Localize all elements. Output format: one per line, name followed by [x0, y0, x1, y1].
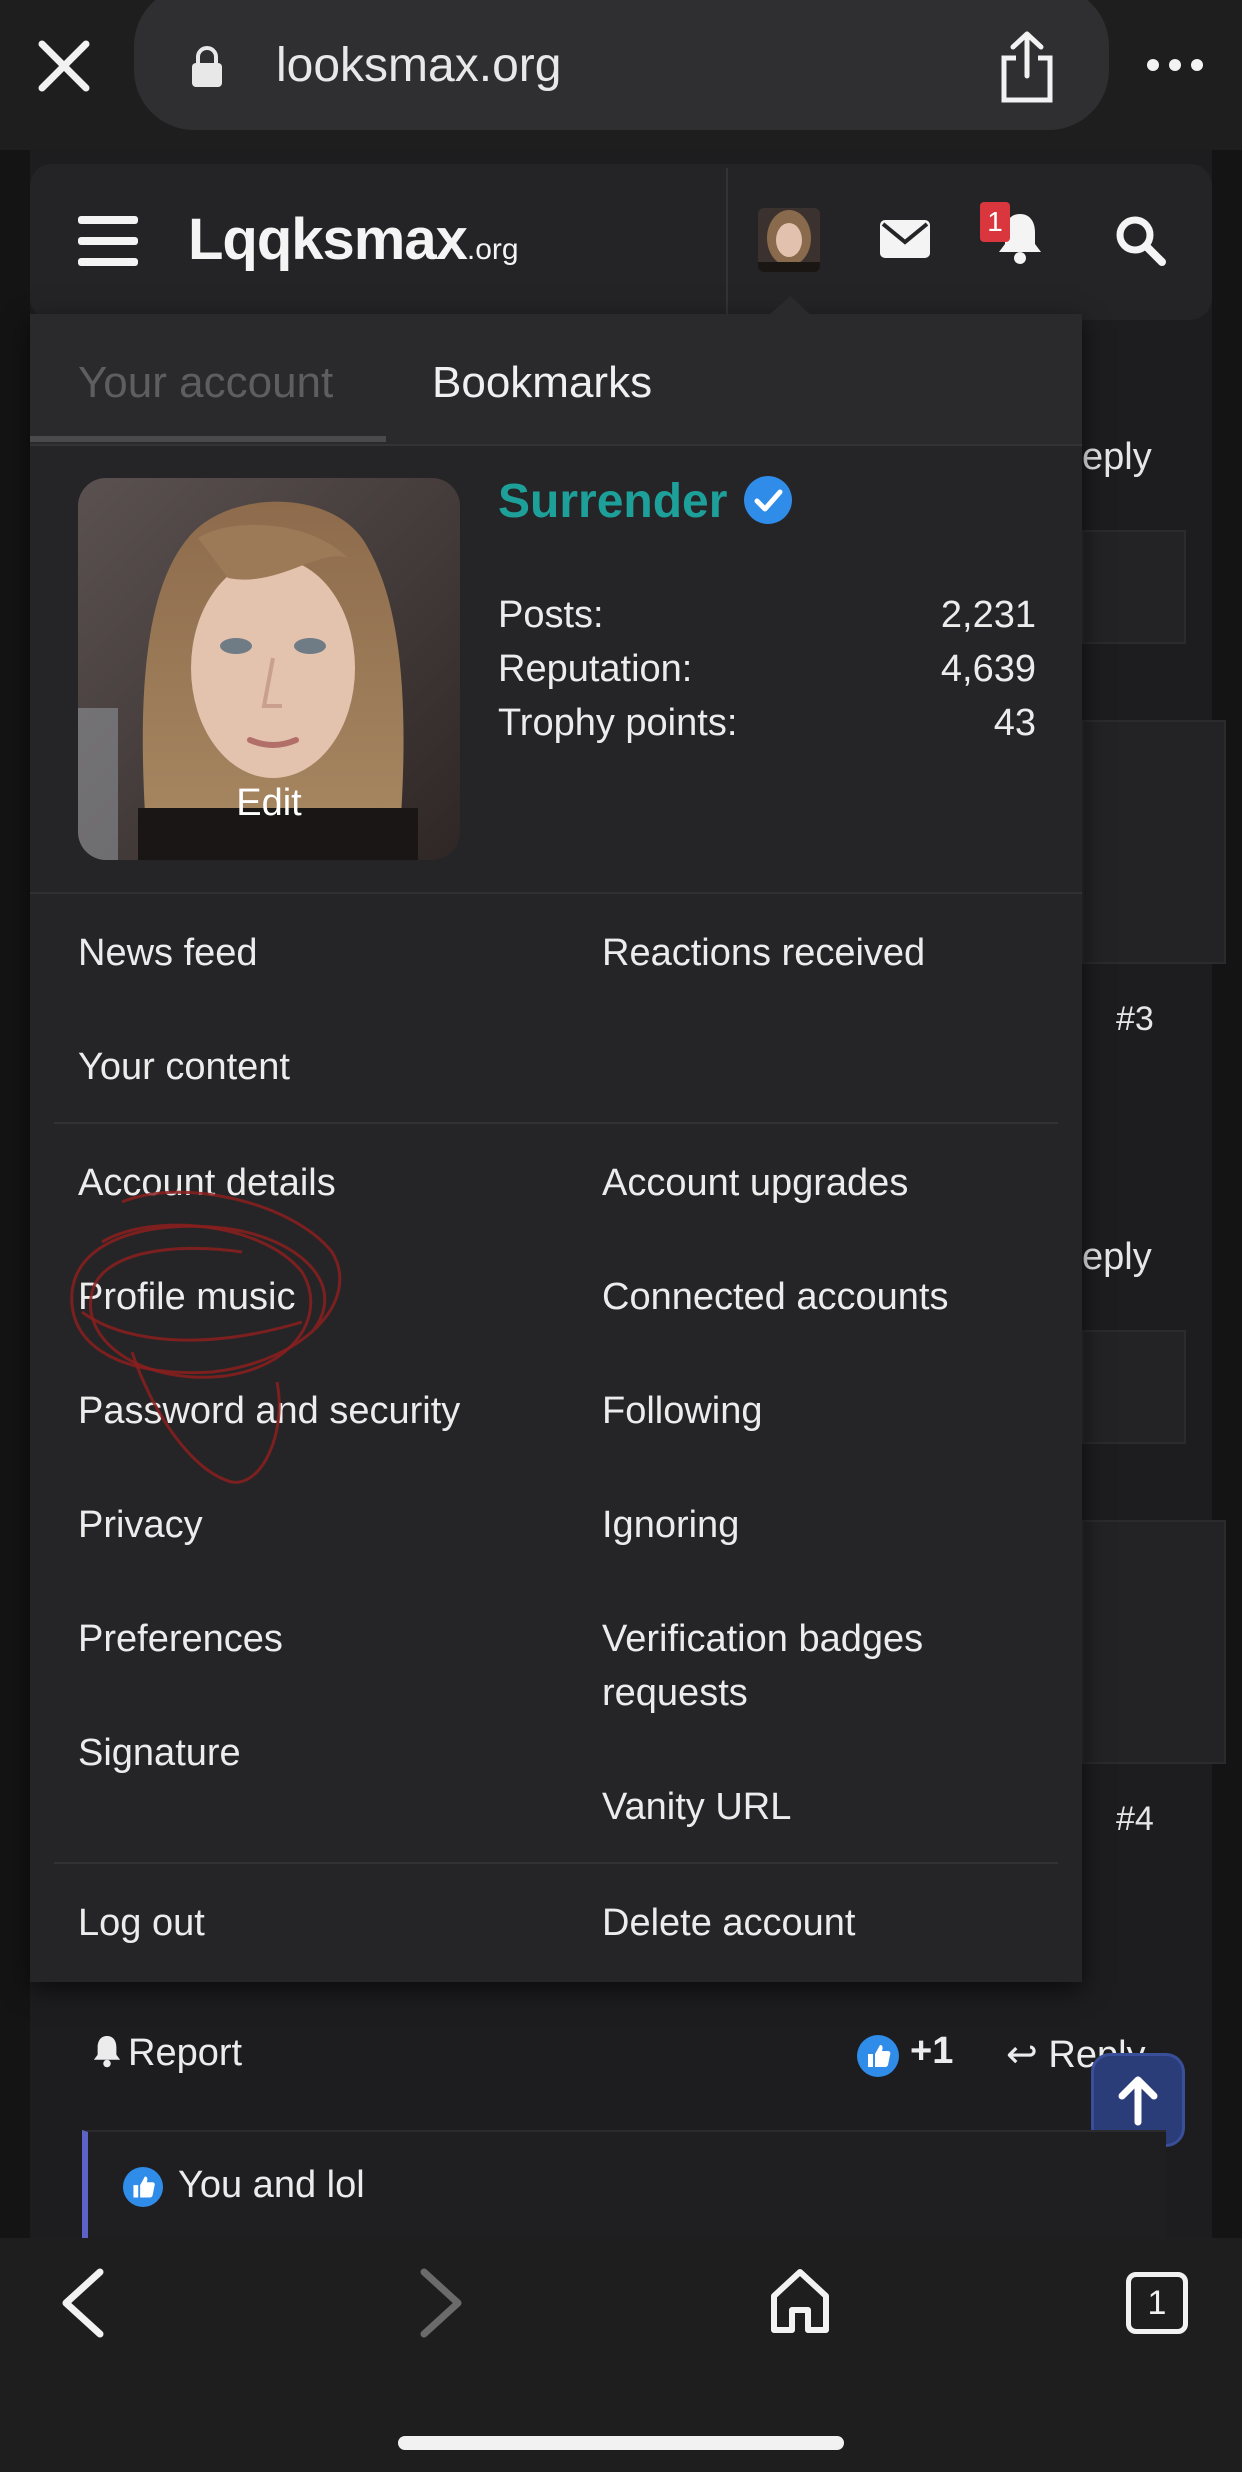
- menu-link-news-feed[interactable]: News feed: [78, 926, 258, 980]
- background-post-box: [1082, 1330, 1186, 1444]
- stat-label-posts: Posts:: [498, 594, 604, 636]
- tab-bookmarks[interactable]: Bookmarks: [432, 358, 652, 408]
- logo-suffix: .org: [466, 233, 519, 266]
- bell-icon: [92, 2033, 122, 2069]
- forward-arrow-icon[interactable]: [414, 2268, 466, 2338]
- menu-link-preferences[interactable]: Preferences: [78, 1612, 283, 1666]
- menu-link-signature[interactable]: Signature: [78, 1726, 241, 1780]
- section-divider: [54, 1862, 1058, 1864]
- verified-check-icon: [742, 474, 794, 526]
- menu-link-password-security[interactable]: Password and security: [78, 1384, 460, 1438]
- menu-link-ignoring[interactable]: Ignoring: [602, 1498, 739, 1552]
- report-button[interactable]: Report: [92, 2032, 242, 2075]
- lock-icon: [190, 44, 224, 88]
- like-icon: [122, 2166, 164, 2208]
- menu-link-verification-badges[interactable]: Verification badges requests: [602, 1612, 1022, 1720]
- menu-link-delete-account[interactable]: Delete account: [602, 1896, 856, 1950]
- notification-badge: 1: [980, 202, 1010, 242]
- back-arrow-icon[interactable]: [58, 2268, 110, 2338]
- report-label: Report: [128, 2032, 243, 2074]
- stat-label-trophy-points: Trophy points:: [498, 702, 738, 744]
- menu-link-log-out[interactable]: Log out: [78, 1896, 205, 1950]
- stat-label-reputation: Reputation:: [498, 648, 693, 690]
- stat-value-posts: 2,231: [940, 594, 1036, 636]
- background-post-box: [1082, 720, 1226, 964]
- background-post-box: [1082, 1520, 1226, 1764]
- profile-divider: [30, 892, 1082, 894]
- menu-link-account-details[interactable]: Account details: [78, 1156, 336, 1210]
- logo-main-text: Lqqksmax: [188, 207, 468, 272]
- tab-your-account[interactable]: Your account: [78, 358, 333, 408]
- mail-icon[interactable]: [880, 220, 930, 258]
- stat-value-reputation: 4,639: [940, 648, 1036, 690]
- menu-link-reactions-received[interactable]: Reactions received: [602, 926, 925, 980]
- menu-link-your-content[interactable]: Your content: [78, 1040, 290, 1094]
- like-count: +1: [910, 2030, 954, 2072]
- more-options-icon[interactable]: [1145, 55, 1205, 75]
- close-icon[interactable]: [34, 36, 94, 96]
- username[interactable]: Surrender: [498, 474, 727, 529]
- menu-link-account-upgrades[interactable]: Account upgrades: [602, 1156, 908, 1210]
- background-post-number: #4: [1116, 1800, 1154, 1838]
- reply-icon: ↩: [1006, 2034, 1049, 2076]
- background-post-number: #3: [1116, 1000, 1154, 1038]
- menu-link-following[interactable]: Following: [602, 1384, 763, 1438]
- edit-avatar-label[interactable]: Edit: [78, 782, 460, 825]
- background-reply-text: eply: [1082, 436, 1152, 478]
- tab-switcher-button[interactable]: 1: [1126, 2272, 1188, 2334]
- home-icon[interactable]: [768, 2266, 832, 2336]
- reactions-text[interactable]: You and lol: [178, 2164, 365, 2207]
- like-icon[interactable]: [856, 2034, 900, 2078]
- share-icon[interactable]: [992, 30, 1062, 104]
- menu-link-privacy[interactable]: Privacy: [78, 1498, 203, 1552]
- menu-link-connected-accounts[interactable]: Connected accounts: [602, 1270, 948, 1324]
- menu-link-vanity-url[interactable]: Vanity URL: [602, 1780, 791, 1834]
- background-reply-text: eply: [1082, 1236, 1152, 1278]
- site-logo[interactable]: Lqqksmax.org: [188, 206, 519, 276]
- section-divider: [54, 1122, 1058, 1124]
- avatar[interactable]: [758, 208, 820, 272]
- header-divider: [726, 168, 728, 318]
- search-icon[interactable]: [1114, 214, 1166, 266]
- hamburger-menu-icon[interactable]: [78, 214, 138, 268]
- background-post-box: [1082, 530, 1186, 644]
- active-tab-underline: [30, 436, 386, 442]
- stat-value-trophy-points: 43: [993, 702, 1036, 744]
- home-indicator: [398, 2436, 844, 2450]
- url-text[interactable]: looksmax.org: [276, 38, 561, 94]
- menu-link-profile-music[interactable]: Profile music: [78, 1270, 296, 1324]
